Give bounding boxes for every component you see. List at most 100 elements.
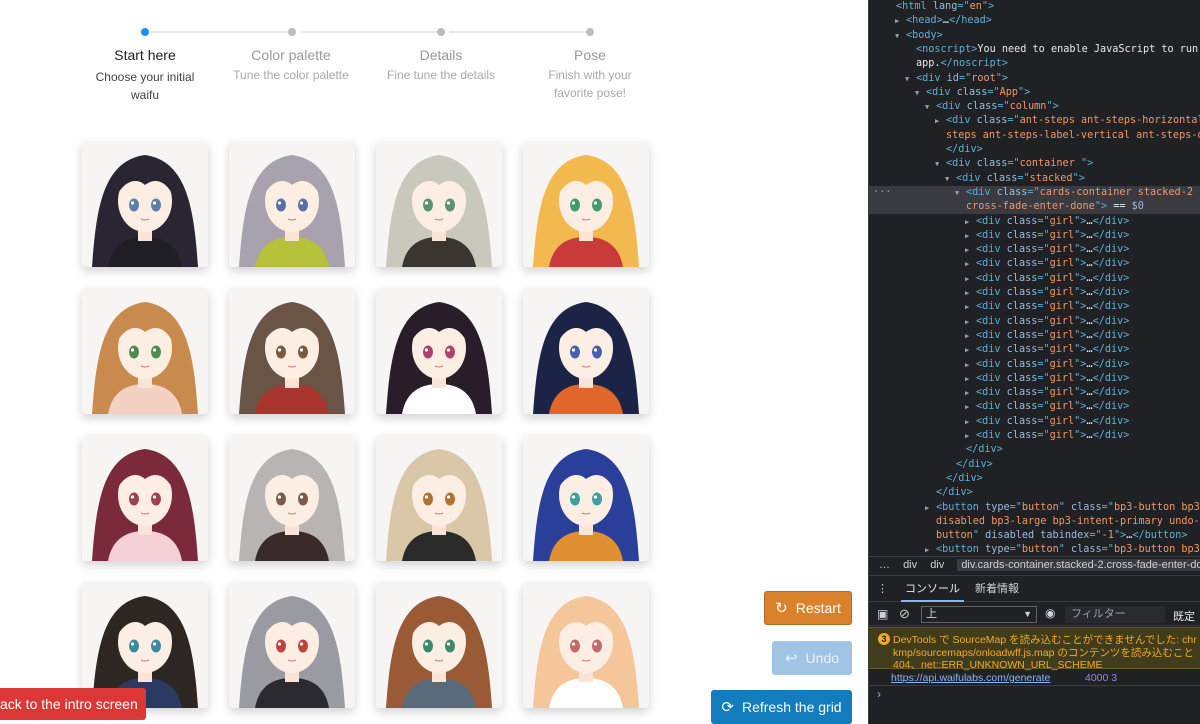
dom-node-girl[interactable]: ▶ <div class="girl">…</div>: [869, 300, 1200, 314]
expanded-triangle-icon[interactable]: ▼: [955, 186, 959, 200]
step-title-color[interactable]: Color palette: [216, 47, 366, 63]
collapsed-triangle-icon[interactable]: ▶: [965, 386, 969, 400]
step-title-start[interactable]: Start here: [70, 47, 220, 63]
waifu-card[interactable]: [376, 582, 502, 708]
collapsed-triangle-icon[interactable]: ▶: [965, 372, 969, 386]
filter-input[interactable]: フィルター: [1065, 606, 1165, 623]
dom-node-girl[interactable]: ▶ <div class="girl">…</div>: [869, 372, 1200, 386]
dom-node[interactable]: </div>: [869, 143, 1200, 157]
drawer-menu-icon[interactable]: ⋮: [877, 576, 888, 602]
waifu-card[interactable]: [376, 288, 502, 414]
waifu-card[interactable]: [376, 141, 502, 267]
collapsed-triangle-icon[interactable]: ▶: [965, 358, 969, 372]
dom-node[interactable]: </div>: [869, 472, 1200, 486]
expanded-triangle-icon[interactable]: ▼: [905, 72, 909, 86]
waifu-card[interactable]: [376, 435, 502, 561]
collapsed-triangle-icon[interactable]: ▶: [965, 286, 969, 300]
waifu-card[interactable]: [523, 288, 649, 414]
sidebar-toggle-icon[interactable]: ▣: [877, 607, 888, 621]
dom-node[interactable]: ▼ <body>: [869, 29, 1200, 43]
collapsed-triangle-icon[interactable]: ▶: [965, 315, 969, 329]
collapsed-triangle-icon[interactable]: ▶: [965, 400, 969, 414]
collapsed-triangle-icon[interactable]: ▶: [965, 429, 969, 443]
waifu-card[interactable]: [82, 288, 208, 414]
dom-node-girl[interactable]: ▶ <div class="girl">…</div>: [869, 257, 1200, 271]
refresh-grid-button[interactable]: ⟳ Refresh the grid: [711, 690, 852, 724]
dom-node[interactable]: button" disabled tabindex="-1">…</button…: [869, 529, 1200, 543]
eye-icon[interactable]: ◉: [1045, 606, 1055, 620]
console-prompt[interactable]: ›: [877, 687, 881, 701]
dom-node-girl[interactable]: ▶ <div class="girl">…</div>: [869, 400, 1200, 414]
dom-node[interactable]: ▶ <head>…</head>: [869, 14, 1200, 28]
dom-node[interactable]: <noscript>You need to enable JavaScript …: [869, 43, 1200, 57]
dom-node-girl[interactable]: ▶ <div class="girl">…</div>: [869, 243, 1200, 257]
restart-button[interactable]: ↻ Restart: [764, 591, 852, 625]
dom-node[interactable]: disabled bp3-large bp3-intent-primary un…: [869, 515, 1200, 529]
dom-node-girl[interactable]: ▶ <div class="girl">…</div>: [869, 386, 1200, 400]
dom-node-girl[interactable]: ▶ <div class="girl">…</div>: [869, 286, 1200, 300]
dom-node[interactable]: </div>: [869, 486, 1200, 500]
collapsed-triangle-icon[interactable]: ▶: [935, 114, 939, 128]
breadcrumb-item-current[interactable]: div.cards-container.stacked-2.cross-fade…: [957, 559, 1200, 571]
log-url-link[interactable]: https://api.waifulabs.com/generate: [891, 672, 1050, 684]
dom-node[interactable]: cross-fade-enter-done"> == $0: [869, 200, 1200, 215]
waifu-card[interactable]: [229, 141, 355, 267]
dom-node[interactable]: </div>: [869, 458, 1200, 472]
dom-node-girl[interactable]: ▶ <div class="girl">…</div>: [869, 329, 1200, 343]
dom-node-girl[interactable]: ▶ <div class="girl">…</div>: [869, 358, 1200, 372]
waifu-card[interactable]: [229, 582, 355, 708]
more-icon[interactable]: ···: [873, 186, 891, 200]
waifu-card[interactable]: [523, 435, 649, 561]
undo-button[interactable]: ↩ Undo: [772, 641, 852, 675]
step-title-details[interactable]: Details: [366, 47, 516, 63]
context-select[interactable]: 上 ▼: [921, 606, 1037, 623]
expanded-triangle-icon[interactable]: ▼: [925, 100, 929, 114]
collapsed-triangle-icon[interactable]: ▶: [895, 14, 899, 28]
dom-node-girl[interactable]: ▶ <div class="girl">…</div>: [869, 315, 1200, 329]
dom-node[interactable]: ▶ <button type="button" class="bp3-button…: [869, 501, 1200, 515]
expanded-triangle-icon[interactable]: ▼: [915, 86, 919, 100]
waifu-card[interactable]: [82, 141, 208, 267]
dom-node[interactable]: ▼ <div class="column">: [869, 100, 1200, 114]
collapsed-triangle-icon[interactable]: ▶: [965, 257, 969, 271]
dom-node[interactable]: ▼ <div class="stacked">: [869, 172, 1200, 186]
dom-node-girl[interactable]: ▶ <div class="girl">…</div>: [869, 229, 1200, 243]
dom-node[interactable]: ▼ <div class="cards-container stacked-2 ··…: [869, 185, 1200, 201]
waifu-card[interactable]: [523, 582, 649, 708]
dom-node[interactable]: ▼ <div class="container ">: [869, 157, 1200, 171]
breadcrumb-item[interactable]: …: [879, 559, 890, 571]
dom-node-girl[interactable]: ▶ <div class="girl">…</div>: [869, 215, 1200, 229]
waifu-card[interactable]: [523, 141, 649, 267]
dom-node[interactable]: steps ant-steps-label-vertical ant-steps…: [869, 129, 1200, 143]
waifu-card[interactable]: [229, 288, 355, 414]
expanded-triangle-icon[interactable]: ▼: [895, 29, 899, 43]
collapsed-triangle-icon[interactable]: ▶: [925, 501, 929, 515]
dom-node-girl[interactable]: ▶ <div class="girl">…</div>: [869, 429, 1200, 443]
dom-node-girl[interactable]: ▶ <div class="girl">…</div>: [869, 415, 1200, 429]
step-title-pose[interactable]: Pose: [515, 47, 665, 63]
dom-node[interactable]: </div>: [869, 443, 1200, 457]
dom-node[interactable]: ▼ <div class="App">: [869, 86, 1200, 100]
collapsed-triangle-icon[interactable]: ▶: [965, 215, 969, 229]
waifu-card[interactable]: [82, 435, 208, 561]
collapsed-triangle-icon[interactable]: ▶: [965, 229, 969, 243]
dom-node[interactable]: ▶ <button type="button" class="bp3-button…: [869, 543, 1200, 556]
dom-node[interactable]: <html lang="en">: [869, 0, 1200, 14]
clear-console-icon[interactable]: ⊘: [899, 606, 910, 622]
collapsed-triangle-icon[interactable]: ▶: [965, 343, 969, 357]
collapsed-triangle-icon[interactable]: ▶: [965, 272, 969, 286]
expanded-triangle-icon[interactable]: ▼: [945, 172, 949, 186]
collapsed-triangle-icon[interactable]: ▶: [965, 415, 969, 429]
collapsed-triangle-icon[interactable]: ▶: [965, 243, 969, 257]
tab-whats-new[interactable]: 新着情報: [975, 576, 1019, 602]
collapsed-triangle-icon[interactable]: ▶: [965, 329, 969, 343]
dom-node[interactable]: app.</noscript>: [869, 57, 1200, 71]
waifu-card[interactable]: [229, 435, 355, 561]
collapsed-triangle-icon[interactable]: ▶: [925, 543, 929, 556]
back-to-intro-button[interactable]: ack to the intro screen: [0, 688, 146, 720]
collapsed-triangle-icon[interactable]: ▶: [965, 300, 969, 314]
dom-node[interactable]: ▶ <div class="ant-steps ant-steps-horizon…: [869, 114, 1200, 128]
dom-node-girl[interactable]: ▶ <div class="girl">…</div>: [869, 272, 1200, 286]
dom-node[interactable]: ▼ <div id="root">: [869, 72, 1200, 86]
elements-tree[interactable]: <html lang="en"> ▶ <head>…</head> ▼ <body> <n…: [869, 0, 1200, 556]
